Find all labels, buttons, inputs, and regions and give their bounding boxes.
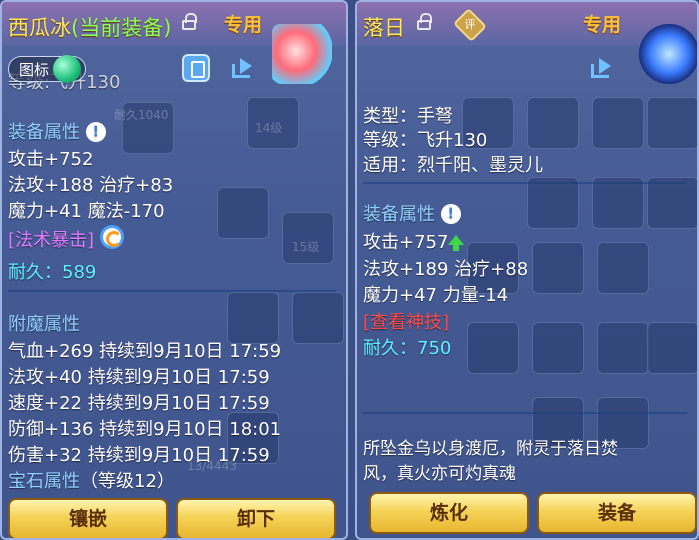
- info-icon[interactable]: !: [440, 204, 461, 224]
- inlay-button[interactable]: 镶嵌: [8, 498, 168, 538]
- compare-item-panel: 落日 评 专用 类型：手弩 等级：飞升130 适用：烈千阳、墨灵儿 装备属性 !…: [355, 0, 699, 540]
- fit-line: 适用：烈千阳、墨灵儿: [363, 155, 543, 176]
- stat-line: 魔力+41 魔法-170: [8, 201, 165, 222]
- enchant-header: 附魔属性: [8, 314, 80, 335]
- lock-icon[interactable]: [182, 13, 197, 30]
- view-divine-skill-link[interactable]: [查看神技]: [363, 308, 449, 334]
- item-title: 西瓜冰(当前装备): [8, 12, 171, 42]
- ghost-durability-text: 耐久1040: [114, 108, 169, 122]
- info-icon[interactable]: !: [85, 122, 106, 142]
- share-icon[interactable]: [589, 56, 617, 80]
- durability-text: 耐久：750: [363, 338, 452, 359]
- attributes-header: 装备属性 !: [363, 200, 461, 226]
- item-title: 落日: [363, 16, 405, 40]
- equipped-status: (当前装备): [71, 16, 172, 40]
- attributes-header: 装备属性 !: [8, 118, 106, 144]
- lock-icon[interactable]: [417, 13, 432, 30]
- description-line: 风，真火亦可灼真魂: [363, 464, 516, 484]
- stat-line: 魔力+47 力量-14: [363, 285, 509, 306]
- enchant-line: 伤害+32 持续到9月10日 17:59: [8, 445, 270, 466]
- icon-toggle[interactable]: 图标: [8, 55, 86, 83]
- rating-badge-label: 评: [464, 18, 476, 31]
- refresh-icon[interactable]: [99, 225, 124, 249]
- exclusive-tag: 专用: [224, 14, 263, 36]
- gem-line: 宝石属性（等级12）: [8, 467, 175, 493]
- share-icon[interactable]: [230, 56, 258, 80]
- ghost-level-text: 15级: [292, 240, 320, 254]
- exclusive-tag: 专用: [583, 14, 622, 36]
- equip-button[interactable]: 装备: [537, 492, 697, 534]
- enchant-line: 速度+22 持续到9月10日 17:59: [8, 393, 270, 414]
- gem-level: （等级12）: [80, 471, 175, 492]
- type-line: 类型：手弩: [363, 106, 453, 127]
- ghost-level-text: 14级: [255, 121, 283, 135]
- icon-toggle-label: 图标: [19, 61, 50, 79]
- stat-line: 法攻+188 治疗+83: [8, 175, 174, 196]
- refine-button[interactable]: 炼化: [369, 492, 529, 534]
- attribute-panel-icon[interactable]: [182, 54, 210, 82]
- enchant-line: 防御+136 持续到9月10日 18:01: [8, 419, 282, 440]
- special-skill-link[interactable]: [法术暴击]: [8, 230, 94, 251]
- level-line: 等级：飞升130: [363, 130, 488, 151]
- description-line: 所坠金乌以身渡厄，附灵于落日焚: [363, 439, 618, 459]
- divider: [363, 412, 687, 414]
- gem-header: 宝石属性: [8, 471, 80, 492]
- divider: [363, 182, 687, 184]
- equipped-item-panel: 耐久1040 14级 15级 13/4443 西瓜冰(当前装备) 专用 等级:飞…: [0, 0, 348, 540]
- attributes-header-label: 装备属性: [8, 122, 80, 143]
- stat-line: 攻击+757: [363, 228, 465, 254]
- divider: [8, 290, 336, 292]
- special-skill-line: [法术暴击]: [8, 225, 124, 252]
- durability-text: 耐久：589: [8, 262, 97, 283]
- item-artwork: [272, 24, 332, 84]
- enchant-line: 法攻+40 持续到9月10日 17:59: [8, 367, 270, 388]
- item-name: 西瓜冰: [8, 16, 71, 40]
- stat-line: 法攻+189 治疗+88: [363, 259, 529, 280]
- unequip-button[interactable]: 卸下: [176, 498, 336, 538]
- enchant-line: 气血+269 持续到9月10日 17:59: [8, 341, 282, 362]
- attack-stat: 攻击+757: [363, 232, 449, 253]
- up-arrow-icon: [448, 235, 465, 251]
- attributes-header-label: 装备属性: [363, 204, 435, 225]
- item-artwork: [639, 24, 697, 84]
- stat-line: 攻击+752: [8, 149, 94, 170]
- toggle-knob: [53, 55, 81, 83]
